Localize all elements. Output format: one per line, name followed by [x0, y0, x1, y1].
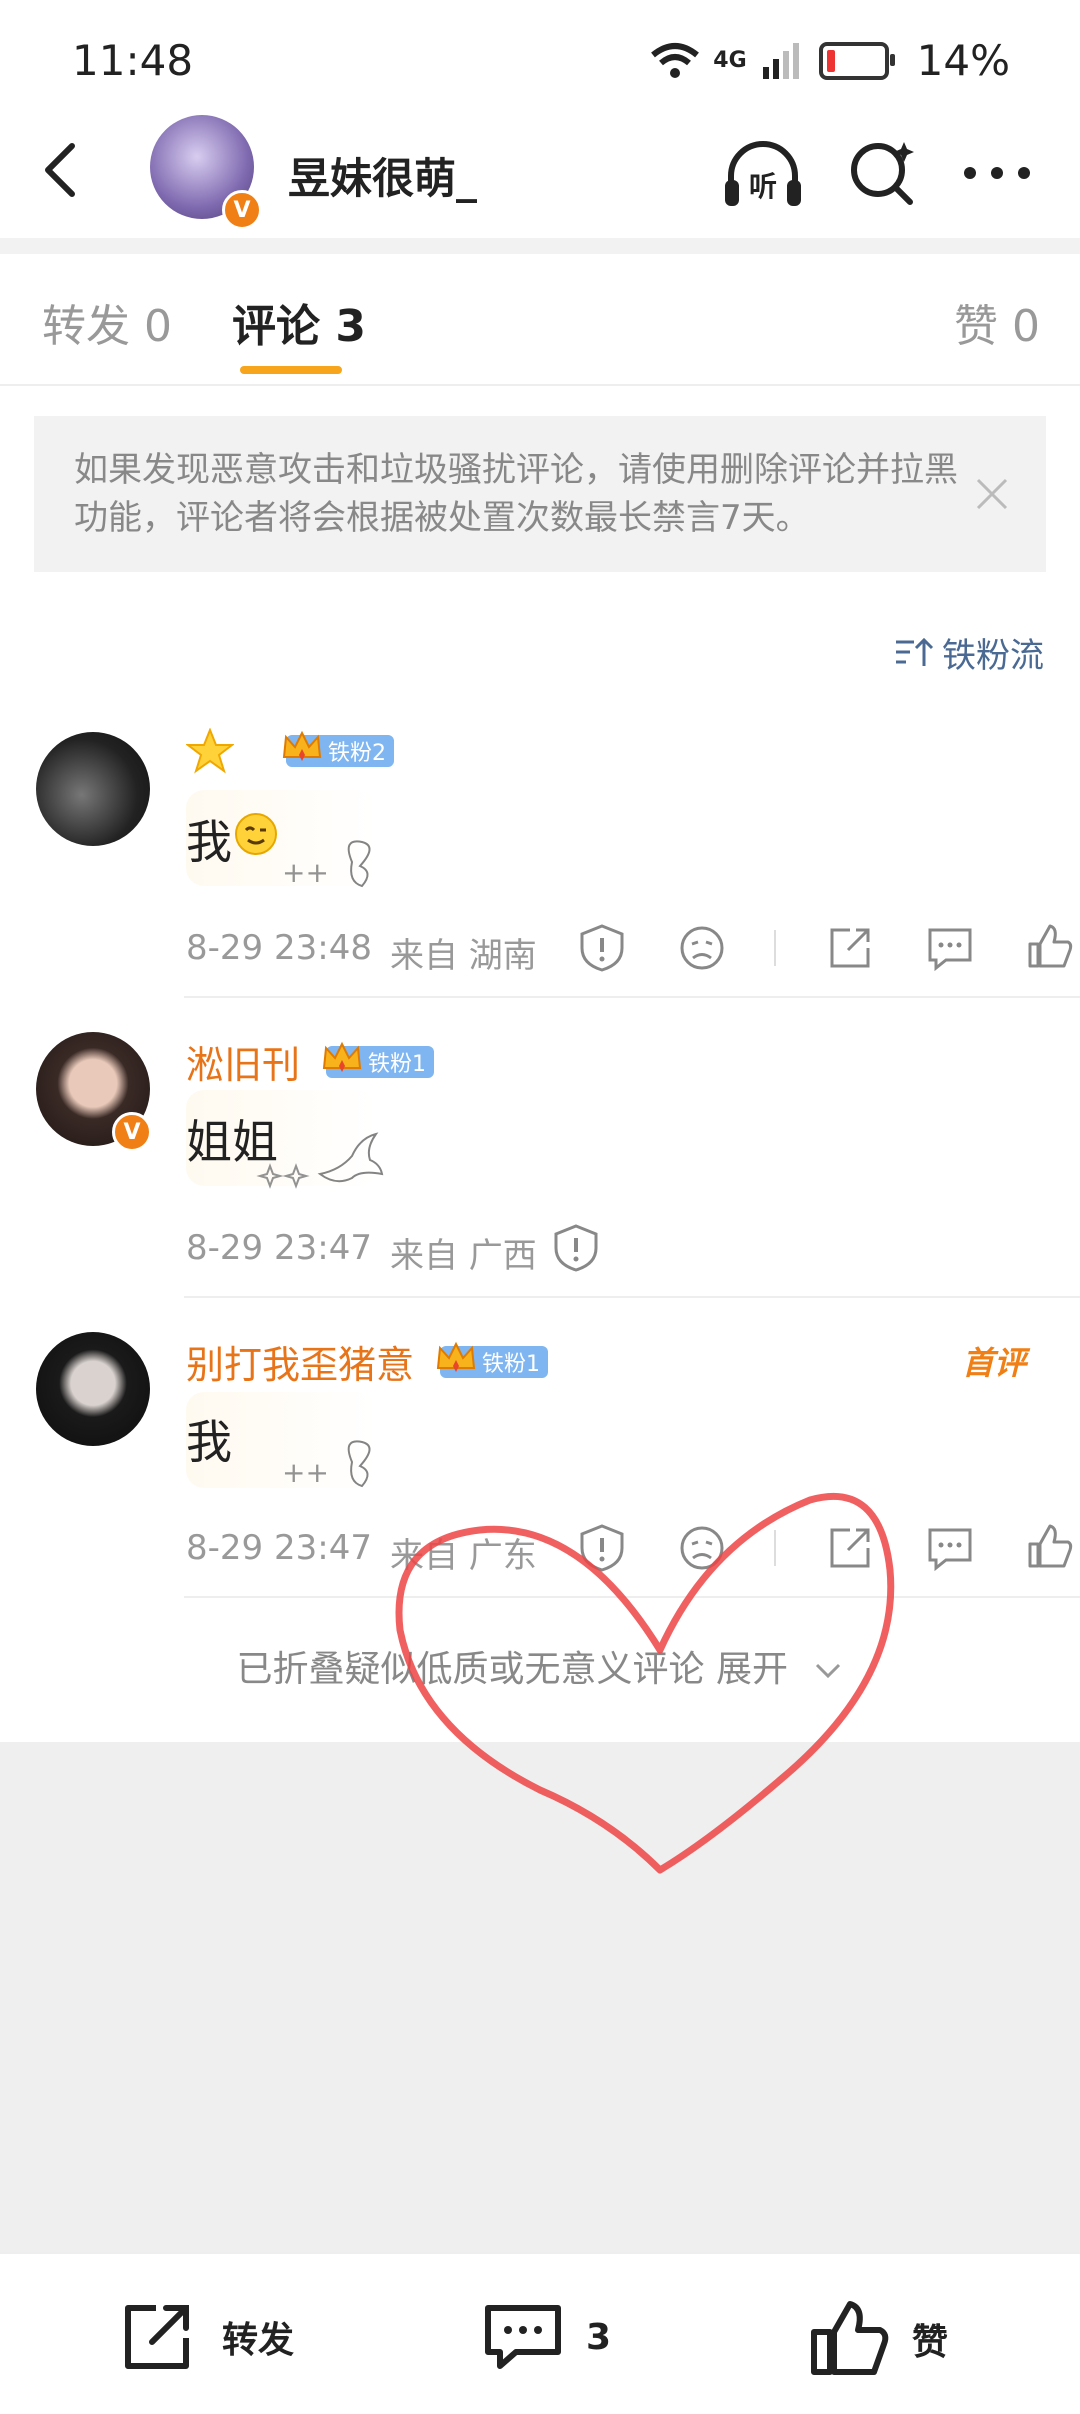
sort-toggle[interactable]: 铁粉流 — [894, 628, 1044, 677]
notice-text: 如果发现恶意攻击和垃圾骚扰评论，请使用删除评论并拉黑功能，评论者将会根据被处置次… — [74, 450, 958, 538]
tab-repost[interactable]: 转发 0 — [42, 290, 172, 354]
fan-badge: 铁粉2 — [282, 730, 394, 767]
repost-button[interactable]: 转发 — [120, 2300, 294, 2374]
fan-badge: 铁粉1 — [322, 1041, 435, 1078]
commenter-avatar[interactable] — [36, 1332, 150, 1446]
crown-icon — [322, 1041, 362, 1072]
crown-icon — [436, 1341, 476, 1372]
comment-time: 8-29 23:47 — [186, 1528, 372, 1568]
reply-icon[interactable] — [924, 1522, 976, 1574]
collapsed-comments-toggle[interactable]: 已折叠疑似低质或无意义评论 展开 — [0, 1640, 1080, 1692]
battery-percent: 14% — [916, 36, 1010, 85]
comment-location: 来自 广东 — [389, 1536, 537, 1576]
close-icon[interactable] — [972, 474, 1012, 514]
comment-text: 我 — [186, 1415, 232, 1469]
comment-meta: 8-29 23:47 来自 广西 — [186, 1228, 537, 1277]
comment-time: 8-29 23:48 — [186, 928, 372, 968]
svg-text:++: ++ — [282, 856, 329, 889]
thumbs-up-icon — [811, 2301, 889, 2375]
comment-separator — [184, 1596, 1080, 1598]
star-icon — [186, 728, 234, 774]
repost-label: 转发 — [222, 2320, 295, 2361]
comment-actions — [528, 922, 1076, 974]
sort-label: 铁粉流 — [942, 636, 1044, 676]
comment-button[interactable]: 3 — [482, 2300, 611, 2374]
header-username[interactable]: 昱妹很萌_ — [288, 145, 477, 206]
dislike-face-icon[interactable] — [676, 922, 728, 974]
comment-header: 淞旧刊 铁粉1 — [186, 1034, 435, 1089]
verified-badge: V — [222, 190, 262, 230]
comment-location: 来自 湖南 — [389, 936, 537, 976]
network-type: 4G — [713, 48, 747, 73]
comment-header: 别打我歪猪意 铁粉1 — [186, 1334, 549, 1389]
butterfly-decor-icon: ++ — [282, 1440, 371, 1489]
repost-icon — [125, 2305, 189, 2369]
share-icon[interactable] — [824, 922, 876, 974]
action-divider — [774, 930, 776, 966]
report-shield-icon[interactable] — [550, 1222, 602, 1274]
report-shield-icon[interactable] — [576, 922, 628, 974]
headphones-icon: 听 — [725, 141, 801, 206]
like-thumb-icon[interactable] — [1024, 922, 1076, 974]
comment-meta: 8-29 23:47 来自 广东 — [186, 1528, 537, 1577]
commenter-name[interactable]: 淞旧刊 — [186, 1034, 300, 1089]
comment-header: 铁粉2 — [186, 728, 394, 774]
comment-actions — [528, 1522, 1076, 1574]
collapsed-label: 已折叠疑似低质或无意义评论 展开 — [236, 1649, 788, 1690]
tab-likes[interactable]: 赞 0 — [954, 290, 1040, 354]
sort-icon — [896, 637, 934, 666]
search-sparkle-icon — [851, 142, 914, 205]
like-thumb-icon[interactable] — [1024, 1522, 1076, 1574]
comment-separator — [184, 1296, 1080, 1298]
verified-badge: V — [112, 1112, 152, 1152]
dove-decor-icon — [256, 1132, 384, 1189]
crown-icon — [282, 730, 322, 761]
header-divider — [0, 238, 1080, 254]
commenter-avatar[interactable] — [36, 732, 150, 846]
reply-icon[interactable] — [924, 922, 976, 974]
comment-icon — [485, 2305, 561, 2369]
dislike-face-icon[interactable] — [676, 1522, 728, 1574]
comment-count: 3 — [586, 2316, 612, 2358]
back-arrow-icon[interactable] — [40, 140, 80, 200]
comment-time: 8-29 23:47 — [186, 1228, 372, 1268]
wifi-icon — [651, 42, 700, 78]
chevron-down-icon — [816, 1663, 841, 1679]
battery-icon — [818, 41, 895, 80]
comment-separator — [184, 996, 1080, 998]
fan-badge-label: 铁粉2 — [328, 741, 386, 766]
search-button[interactable] — [838, 128, 928, 218]
more-dots-icon — [964, 167, 1030, 179]
comment-location: 来自 广西 — [389, 1236, 537, 1276]
report-shield-icon[interactable] — [576, 1522, 628, 1574]
comment-meta: 8-29 23:48 来自 湖南 — [186, 928, 537, 977]
status-bar: 11:48 4G 14% — [0, 0, 1080, 120]
empty-area — [0, 1742, 1080, 2252]
listen-button[interactable]: 听 — [718, 128, 808, 218]
active-tab-indicator — [240, 366, 342, 374]
status-icons: 4G 14% — [649, 36, 1010, 85]
fan-badge-label: 铁粉1 — [482, 1351, 541, 1377]
commenter-name[interactable]: 别打我歪猪意 — [186, 1334, 414, 1389]
share-icon[interactable] — [824, 1522, 876, 1574]
action-divider — [774, 1530, 776, 1566]
like-button[interactable]: 赞 — [810, 2300, 948, 2378]
fan-badge-label: 铁粉1 — [368, 1051, 427, 1077]
first-comment-tag: 首评 — [962, 1344, 1027, 1382]
like-label: 赞 — [912, 2322, 949, 2363]
notice-banner: 如果发现恶意攻击和垃圾骚扰评论，请使用删除评论并拉黑功能，评论者将会根据被处置次… — [34, 416, 1046, 572]
butterfly-decor-icon: ++ — [282, 840, 371, 889]
tabs-divider — [0, 384, 1080, 386]
comment-text: 我 — [186, 815, 232, 869]
fan-badge: 铁粉1 — [436, 1341, 549, 1378]
tab-comments[interactable]: 评论 3 — [232, 290, 366, 354]
wink-emoji-icon — [235, 813, 277, 855]
svg-text:++: ++ — [282, 1456, 329, 1489]
signal-icon — [762, 42, 799, 79]
more-button[interactable] — [952, 128, 1042, 218]
status-time: 11:48 — [72, 36, 194, 85]
listen-label: 听 — [749, 170, 777, 203]
